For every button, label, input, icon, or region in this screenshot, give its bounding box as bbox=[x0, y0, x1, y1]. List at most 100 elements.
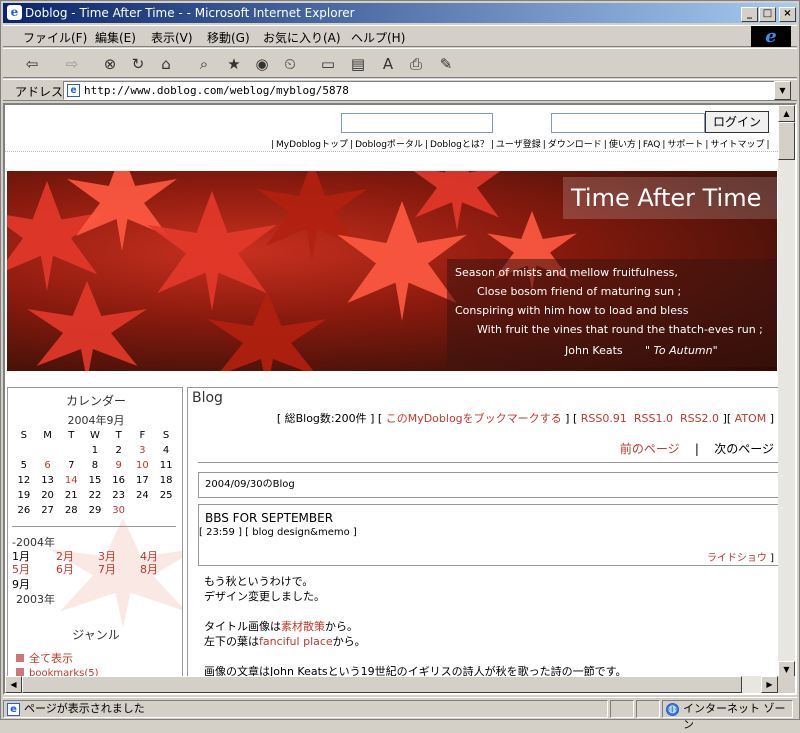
body-text: から。 bbox=[325, 620, 358, 633]
close-button[interactable]: × bbox=[779, 7, 796, 22]
edit-icon[interactable]: ✎ bbox=[435, 53, 457, 75]
back-icon[interactable]: ⇦ bbox=[21, 53, 43, 75]
atom-link[interactable]: ATOM bbox=[735, 412, 767, 425]
nav-about[interactable]: Doblogとは？ bbox=[428, 140, 491, 150]
web-page: ログイン | MyDoblogトップ | Doblogポータル | Doblogとは？ | ユ… bbox=[5, 105, 778, 678]
calendar-day-link[interactable]: 30 bbox=[107, 503, 131, 518]
scroll-left-icon[interactable]: ◀ bbox=[5, 676, 22, 693]
calendar-day: 27 bbox=[41, 505, 54, 516]
nav-register[interactable]: ユーザ登録 bbox=[494, 140, 543, 150]
rss091-link[interactable]: RSS0.91 bbox=[581, 412, 627, 425]
forward-icon[interactable]: ⇨ bbox=[61, 53, 83, 75]
calendar-day-link[interactable]: 3 bbox=[131, 443, 155, 458]
print-icon[interactable]: ⎙ bbox=[405, 53, 427, 75]
address-label: アドレス bbox=[15, 85, 64, 99]
status-text-cell: e ページが表示されました bbox=[3, 700, 608, 718]
nav-sitemap[interactable]: サイトマップ bbox=[708, 140, 766, 150]
archive-month-link[interactable]: 7月 bbox=[98, 561, 116, 577]
maple-leaf-image bbox=[207, 291, 327, 371]
scroll-right-icon[interactable]: ▶ bbox=[761, 676, 778, 693]
entry-author-link[interactable]: ライドショウ bbox=[707, 553, 767, 564]
menu-go[interactable]: 移動(G) bbox=[207, 29, 250, 46]
poem-author: John Keats bbox=[565, 344, 623, 357]
banner-title: Time After Time bbox=[563, 177, 777, 219]
login-button[interactable]: ログイン bbox=[705, 111, 769, 133]
stop-icon[interactable]: ⊗ bbox=[99, 53, 121, 75]
calendar-day: 17 bbox=[136, 475, 149, 486]
login-id-input[interactable] bbox=[341, 113, 493, 133]
scroll-thumb[interactable] bbox=[778, 122, 795, 160]
ie-icon: e bbox=[7, 5, 22, 20]
menu-favorites[interactable]: お気に入り(A) bbox=[263, 29, 341, 46]
address-dropdown-icon[interactable]: ▼ bbox=[774, 81, 791, 100]
address-url: http://www.doblog.com/weblog/myblog/5878 bbox=[84, 84, 349, 97]
font-icon[interactable]: A bbox=[377, 53, 399, 75]
menu-help[interactable]: ヘルプ(H) bbox=[351, 29, 405, 46]
calendar-day-link[interactable]: 14 bbox=[59, 473, 83, 488]
nav-faq[interactable]: FAQ bbox=[641, 140, 662, 150]
bookmark-link[interactable]: このMyDoblogをブックマークする bbox=[386, 412, 562, 425]
vertical-scrollbar[interactable]: ▲ ▼ bbox=[778, 105, 795, 678]
address-input[interactable]: e http://www.doblog.com/weblog/myblog/58… bbox=[63, 81, 775, 100]
calendar-weekday: S bbox=[162, 430, 170, 441]
menu-edit[interactable]: 編集(E) bbox=[95, 29, 136, 46]
calendar-day-link[interactable]: 10 bbox=[131, 458, 155, 473]
minimize-button[interactable]: _ bbox=[741, 7, 758, 22]
sozai-sansaku-link[interactable]: 素材散策 bbox=[281, 620, 325, 633]
horizontal-scrollbar[interactable]: ◀ ▶ bbox=[5, 676, 778, 693]
fullscreen-icon[interactable]: ▭ bbox=[317, 53, 339, 75]
body-text: から。 bbox=[332, 635, 366, 648]
calendar-table: SMTWTFS 1 2 3 4 5 6 7 8 9 10 11 12 13 14 15 16 17 18 19 20 2… bbox=[12, 428, 178, 518]
archive-month-link[interactable]: 6月 bbox=[56, 561, 74, 577]
genre-all[interactable]: 全て表示 bbox=[16, 650, 73, 666]
meta-text: ][ bbox=[722, 412, 735, 425]
fanciful-place-link[interactable]: fanciful place bbox=[259, 635, 333, 648]
prev-page-link[interactable]: 前のページ bbox=[620, 442, 680, 456]
title-bar[interactable]: e Doblog - Time After Time - - Microsoft… bbox=[3, 3, 797, 23]
nav-doblog-portal[interactable]: Doblogポータル bbox=[353, 140, 425, 150]
menu-bar: ファイル(F) 編集(E) 表示(V) 移動(G) お気に入り(A) ヘルプ(H… bbox=[3, 25, 797, 47]
blog-entry: BBS FOR SEPTEMBER [ 23:59 ] [ blog desig… bbox=[198, 504, 778, 566]
entry-author-box: ライドショウ ] bbox=[707, 549, 774, 564]
favorites-icon[interactable]: ★ bbox=[223, 53, 245, 75]
home-icon[interactable]: ⌂ bbox=[155, 53, 177, 75]
media-icon[interactable]: ◉ bbox=[251, 53, 273, 75]
pager-separator: | bbox=[694, 442, 699, 456]
scroll-up-icon[interactable]: ▲ bbox=[778, 105, 795, 122]
calendar-day: 19 bbox=[17, 490, 31, 501]
maximize-button[interactable]: □ bbox=[759, 7, 776, 22]
login-password-input[interactable] bbox=[551, 113, 705, 133]
calendar-day-link[interactable]: 6 bbox=[36, 458, 60, 473]
rss20-link[interactable]: RSS2.0 bbox=[680, 412, 719, 425]
maple-leaf-image bbox=[257, 171, 367, 261]
search-icon[interactable]: ⌕ bbox=[193, 53, 215, 75]
nav-support[interactable]: サポート bbox=[665, 140, 705, 150]
history-icon[interactable]: ⏲ bbox=[279, 53, 301, 75]
sidebar: カレンダー 2004年9月 SMTWTFS 1 2 3 4 5 6 7 8 9 10 11 12 13 1… bbox=[7, 387, 183, 678]
body-text: タイトル画像は bbox=[204, 620, 281, 633]
calendar-day: 20 bbox=[41, 490, 54, 501]
channels-icon[interactable]: ▤ bbox=[347, 53, 369, 75]
calendar-month[interactable]: 2004年9月 bbox=[8, 412, 182, 428]
maple-leaf-image bbox=[147, 191, 277, 311]
calendar-day bbox=[131, 503, 155, 518]
archive-month-link[interactable]: 5月 bbox=[12, 561, 30, 577]
calendar-day: 22 bbox=[88, 490, 102, 501]
calendar-day-link[interactable]: 9 bbox=[107, 458, 131, 473]
calendar-day: 28 bbox=[64, 505, 78, 516]
calendar-weekdays: SMTWTFS bbox=[12, 428, 178, 443]
menu-view[interactable]: 表示(V) bbox=[151, 29, 193, 46]
menu-file[interactable]: ファイル(F) bbox=[23, 29, 87, 46]
nav-mydoblog-top[interactable]: MyDoblogトップ bbox=[274, 140, 350, 150]
archive-year-2003[interactable]: 2003年 bbox=[16, 591, 55, 607]
refresh-icon[interactable]: ↻ bbox=[127, 53, 149, 75]
calendar-day: 13 bbox=[41, 475, 54, 486]
nav-download[interactable]: ダウンロード bbox=[546, 140, 604, 150]
rss10-link[interactable]: RSS1.0 bbox=[634, 412, 673, 425]
archive-month-link[interactable]: 8月 bbox=[140, 561, 158, 577]
maple-leaf-image bbox=[7, 181, 107, 291]
calendar-weekday: M bbox=[43, 430, 52, 441]
calendar-weekday: W bbox=[90, 430, 100, 441]
hscroll-thumb[interactable] bbox=[22, 676, 742, 693]
nav-howto[interactable]: 使い方 bbox=[607, 140, 638, 150]
